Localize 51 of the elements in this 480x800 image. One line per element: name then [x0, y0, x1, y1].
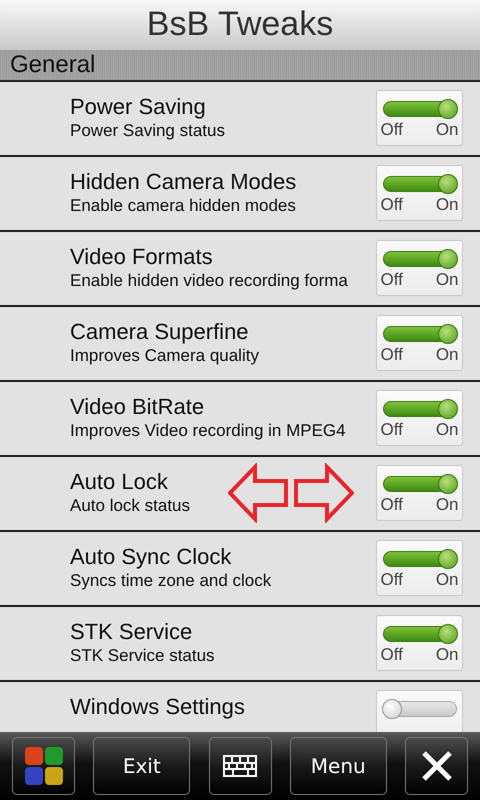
- setting-description: Enable hidden video recording forma: [70, 270, 348, 292]
- close-button[interactable]: [405, 737, 468, 796]
- on-label: On: [436, 570, 458, 590]
- section-header: General: [0, 50, 480, 82]
- toggle-switch[interactable]: Off On: [376, 314, 463, 371]
- close-icon: [420, 750, 452, 782]
- off-label: Off: [380, 494, 403, 515]
- toolbar-button[interactable]: Exit: [93, 737, 190, 796]
- toggle-switch[interactable]: Off On: [376, 614, 463, 671]
- setting-title: STK Service: [70, 619, 194, 646]
- on-label: On: [436, 644, 458, 665]
- toggle-switch[interactable]: Off On: [376, 164, 463, 221]
- off-label: Off: [380, 420, 403, 440]
- keyboard-button[interactable]: [208, 737, 272, 796]
- toolbar-button[interactable]: Menu: [290, 737, 387, 796]
- setting-title: Video Formats: [70, 244, 214, 270]
- on-label: On: [436, 120, 458, 140]
- setting-title: Windows Settings: [70, 694, 246, 720]
- off-label: Off: [380, 194, 403, 215]
- off-label: Off: [380, 120, 403, 140]
- off-label: Off: [380, 644, 403, 665]
- on-label: On: [436, 270, 458, 290]
- off-label: Off: [380, 570, 403, 590]
- setting-title: Power Saving: [70, 94, 207, 120]
- toggle-switch[interactable]: Off On: [376, 90, 463, 146]
- off-label: Off: [380, 344, 403, 365]
- toggle-switch[interactable]: Off On: [376, 464, 463, 521]
- setting-title: Video BitRate: [70, 394, 206, 420]
- on-label: On: [436, 344, 458, 365]
- setting-title: Auto Lock: [70, 469, 169, 496]
- setting-description: STK Service status: [70, 645, 215, 668]
- toggle-switch[interactable]: Off On: [376, 540, 463, 596]
- on-label: On: [436, 194, 458, 215]
- on-label: On: [436, 420, 458, 440]
- setting-description: Improves Camera quality: [70, 345, 259, 368]
- setting-title: Camera Superfine: [70, 319, 250, 346]
- setting-description: Power Saving status: [70, 120, 225, 142]
- setting-description: Enable camera hidden modes: [70, 195, 296, 218]
- toggle-switch[interactable]: Off On: [376, 390, 463, 446]
- on-label: On: [436, 494, 458, 515]
- app-title: BsB Tweaks: [146, 5, 334, 44]
- toggle-switch[interactable]: Off On: [376, 240, 463, 296]
- keyboard-icon: [223, 755, 257, 778]
- off-label: Off: [380, 270, 403, 290]
- setting-title: Hidden Camera Modes: [70, 169, 298, 196]
- start-button[interactable]: [12, 737, 75, 796]
- setting-description: Syncs time zone and clock: [70, 570, 272, 592]
- toggle-switch[interactable]: [376, 690, 463, 732]
- setting-description: Improves Video recording in MPEG4: [70, 420, 346, 442]
- setting-description: Auto lock status: [70, 495, 190, 518]
- setting-title: Auto Sync Clock: [70, 544, 232, 570]
